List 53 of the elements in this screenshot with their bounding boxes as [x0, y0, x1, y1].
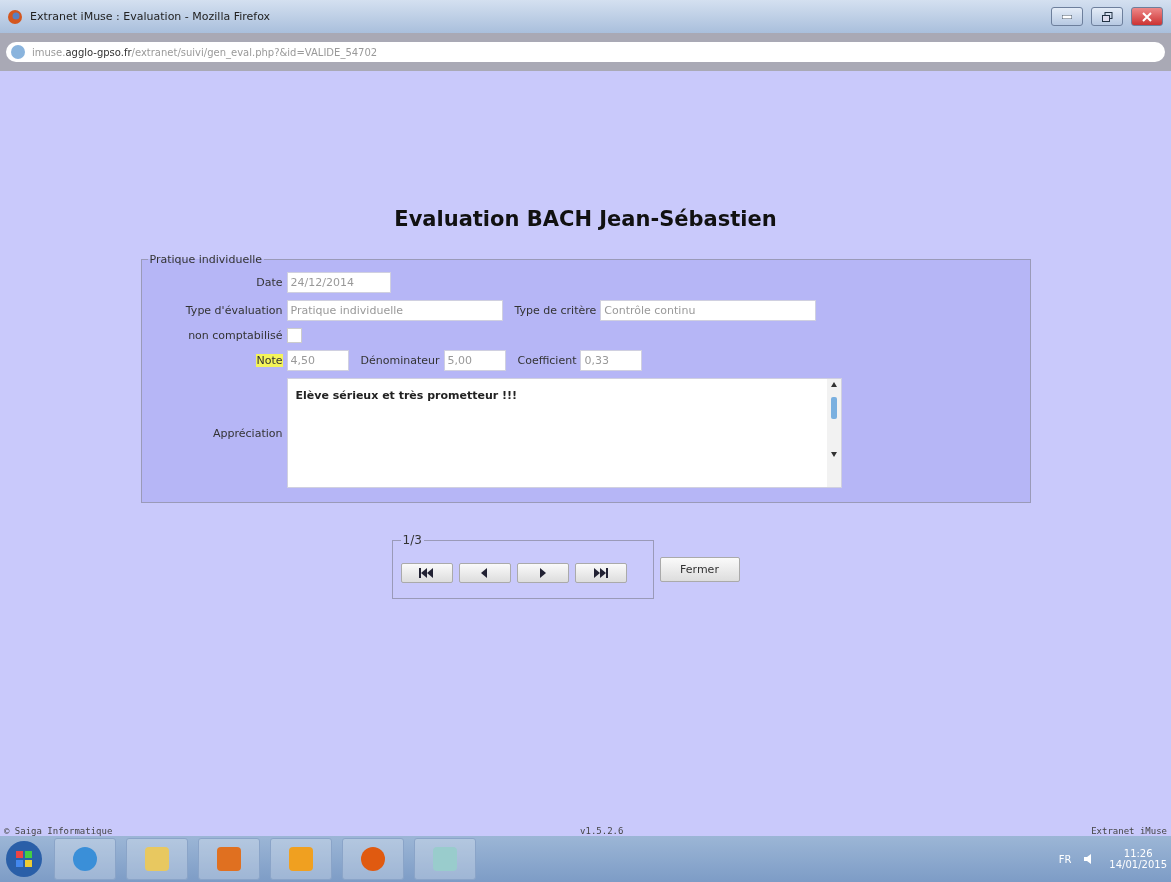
restore-icon — [1101, 11, 1113, 22]
app-icon — [144, 846, 170, 872]
skip-first-icon — [418, 565, 435, 580]
field-label: Note — [256, 354, 283, 367]
field-label: Dénominateur — [360, 354, 440, 367]
minimize-button[interactable] — [1051, 7, 1083, 26]
app-icon — [72, 846, 98, 872]
close-form-button[interactable]: Fermer — [659, 557, 740, 582]
close-icon — [1142, 11, 1152, 22]
globe-icon — [10, 44, 26, 60]
navigation-button[interactable] — [400, 562, 453, 583]
copyright-text: © Saiga Informatique — [4, 826, 113, 836]
field-label: non comptabilisé — [188, 329, 283, 342]
field-label: Appréciation — [213, 426, 283, 440]
restore-button[interactable] — [1091, 7, 1123, 26]
taskbar-app-button[interactable] — [414, 838, 476, 880]
taskbar-app-button[interactable] — [270, 838, 332, 880]
record-counter: 1/3 — [401, 533, 423, 547]
navigation-button[interactable] — [574, 562, 627, 583]
taskbar-app-button[interactable] — [198, 838, 260, 880]
scrollbar[interactable] — [826, 379, 841, 487]
navigation-button[interactable] — [458, 562, 511, 583]
comment-text: Elève sérieux et très prometteur !!! — [294, 388, 519, 404]
field-label: Type de critère — [514, 304, 597, 317]
skip-last-icon — [592, 565, 609, 580]
clock[interactable]: 11:26 14/01/2015 — [1109, 848, 1167, 870]
app-icon — [288, 846, 314, 872]
app-icon — [432, 846, 458, 872]
comment-area[interactable]: Elève sérieux et très prometteur !!! — [286, 378, 842, 488]
minimize-icon — [1062, 14, 1072, 19]
field-label: Date — [256, 276, 283, 289]
field-label: Type d'évaluation — [185, 304, 283, 317]
app-icon — [360, 846, 386, 872]
start-button[interactable] — [4, 839, 44, 879]
browser-logo-icon — [8, 9, 22, 24]
app-name-text: Extranet iMuse — [1091, 826, 1167, 836]
address-field[interactable]: imuse.agglo-gpso.fr/extranet/suivi/gen_eval.php?&id=VALIDE_54702 — [6, 42, 1165, 62]
page-heading: Evaluation BACH Jean-Sébastien — [394, 207, 777, 231]
taskbar-app-button[interactable] — [126, 838, 188, 880]
clock-time: 11:26 — [1123, 848, 1153, 859]
field-label: Coefficient — [517, 354, 577, 367]
url-text: imuse.agglo-gpso.fr/extranet/suivi/gen_eval.php?&id=VALIDE_54702 — [32, 46, 378, 58]
language-indicator[interactable]: FR — [1058, 853, 1072, 865]
version-text: v1.5.2.6 — [580, 826, 624, 836]
taskbar-app-button[interactable] — [54, 838, 116, 880]
close-button[interactable] — [1131, 7, 1163, 26]
taskbar-app-button[interactable] — [342, 838, 404, 880]
clock-date: 14/01/2015 — [1109, 859, 1167, 870]
window-title: Extranet iMuse : Evaluation - Mozilla Firefox — [30, 10, 272, 23]
checkbox[interactable] — [286, 328, 302, 343]
panel-legend: Pratique individuelle — [147, 253, 265, 266]
app-icon — [216, 846, 242, 872]
navigation-button[interactable] — [516, 562, 569, 583]
